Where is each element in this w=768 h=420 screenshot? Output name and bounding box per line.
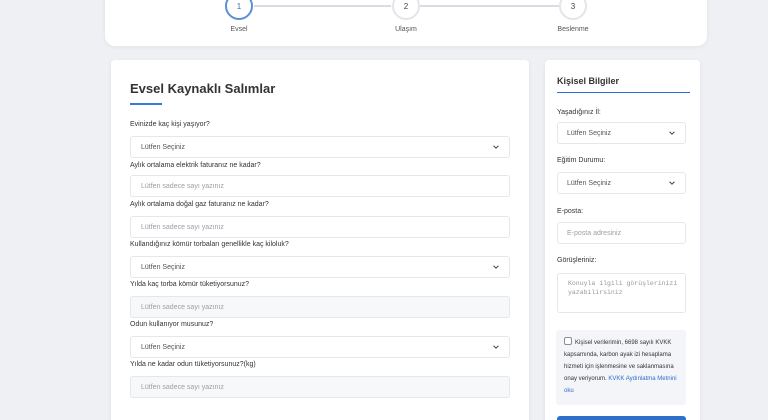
comments-label: Görüşleriniz:	[557, 257, 597, 264]
step-3-label: Beslenme	[557, 26, 589, 33]
submit-button[interactable]	[557, 416, 686, 420]
gas-bill-input[interactable]: Lütfen sadece sayı yazınız	[130, 216, 510, 238]
education-select[interactable]: Lütfen Seçiniz	[557, 172, 686, 194]
personal-info-panel: Kişisel Bilgiler Yaşadığınız İl: Lütfen …	[545, 60, 700, 420]
chevron-down-icon	[669, 181, 675, 185]
city-select[interactable]: Lütfen Seçiniz	[557, 122, 686, 144]
input-placeholder: Lütfen sadece sayı yazınız	[141, 223, 224, 231]
coal-bag-size-select[interactable]: Lütfen Seçiniz	[130, 256, 510, 278]
step-1-label: Evsel	[230, 26, 248, 33]
chevron-down-icon	[493, 265, 499, 269]
select-value: Lütfen Seçiniz	[141, 143, 185, 151]
coal-bags-input[interactable]: Lütfen sadece sayı yazınız	[130, 296, 510, 318]
progress-stepper: 1 2 3 Evsel Ulaşım Beslenme	[105, 0, 707, 46]
step-2-circle[interactable]: 2	[392, 0, 420, 20]
question-label: Odun kullanıyor musunuz?	[130, 321, 214, 328]
input-placeholder: Lütfen sadece sayı yazınız	[141, 303, 224, 311]
wood-usage-select[interactable]: Lütfen Seçiniz	[130, 336, 510, 358]
email-field[interactable]: E-posta adresiniz	[557, 222, 686, 244]
consent-checkbox[interactable]	[564, 337, 572, 345]
question-label: Kullandığınız kömür torbaları genellikle…	[130, 241, 289, 248]
input-placeholder: E-posta adresiniz	[567, 229, 622, 237]
input-placeholder: Lütfen sadece sayı yazınız	[141, 383, 224, 391]
question-label: Evinizde kaç kişi yaşıyor?	[130, 121, 210, 128]
city-label: Yaşadığınız İl:	[557, 109, 601, 116]
question-label: Yılda kaç torba kömür tüketiyorsunuz?	[130, 281, 250, 288]
step-number: 2	[403, 1, 409, 11]
chevron-down-icon	[493, 345, 499, 349]
wood-amount-input[interactable]: Lütfen sadece sayı yazınız	[130, 376, 510, 398]
kvkk-consent: Kişisel verilerimin, 6698 sayılı KVKK ka…	[556, 330, 686, 405]
title-underline	[557, 92, 690, 93]
step-number: 1	[236, 1, 242, 11]
question-label: Yılda ne kadar odun tüketiyorsunuz?(kg)	[130, 361, 256, 368]
education-label: Eğitim Durumu:	[557, 157, 606, 164]
step-3-circle[interactable]: 3	[559, 0, 587, 20]
step-number: 3	[570, 1, 576, 11]
household-size-select[interactable]: Lütfen Seçiniz	[130, 136, 510, 158]
input-placeholder: Lütfen sadece sayı yazınız	[141, 182, 224, 190]
textarea-placeholder: Konuyla ilgili görüşlerinizi yazabilirsi…	[568, 280, 678, 296]
chevron-down-icon	[669, 131, 675, 135]
step-1-circle[interactable]: 1	[225, 0, 253, 20]
step-connector	[254, 5, 391, 7]
question-label: Aylık ortalama doğal gaz faturanız ne ka…	[130, 201, 269, 208]
electricity-bill-input[interactable]: Lütfen sadece sayı yazınız	[130, 175, 510, 197]
select-value: Lütfen Seçiniz	[141, 263, 185, 271]
panel-title: Kişisel Bilgiler	[557, 76, 620, 86]
question-label: Aylık ortalama elektrik faturanız ne kad…	[130, 162, 261, 169]
household-emissions-form: Evsel Kaynaklı Salımlar Evinizde kaç kiş…	[111, 60, 529, 420]
select-value: Lütfen Seçiniz	[567, 179, 611, 187]
email-label: E-posta:	[557, 208, 584, 215]
step-connector	[420, 5, 559, 7]
select-value: Lütfen Seçiniz	[567, 129, 611, 137]
chevron-down-icon	[493, 145, 499, 149]
step-2-label: Ulaşım	[395, 26, 417, 33]
form-title: Evsel Kaynaklı Salımlar	[130, 81, 276, 96]
comments-textarea[interactable]: Konuyla ilgili görüşlerinizi yazabilirsi…	[557, 273, 686, 313]
title-underline	[130, 103, 162, 105]
select-value: Lütfen Seçiniz	[141, 343, 185, 351]
